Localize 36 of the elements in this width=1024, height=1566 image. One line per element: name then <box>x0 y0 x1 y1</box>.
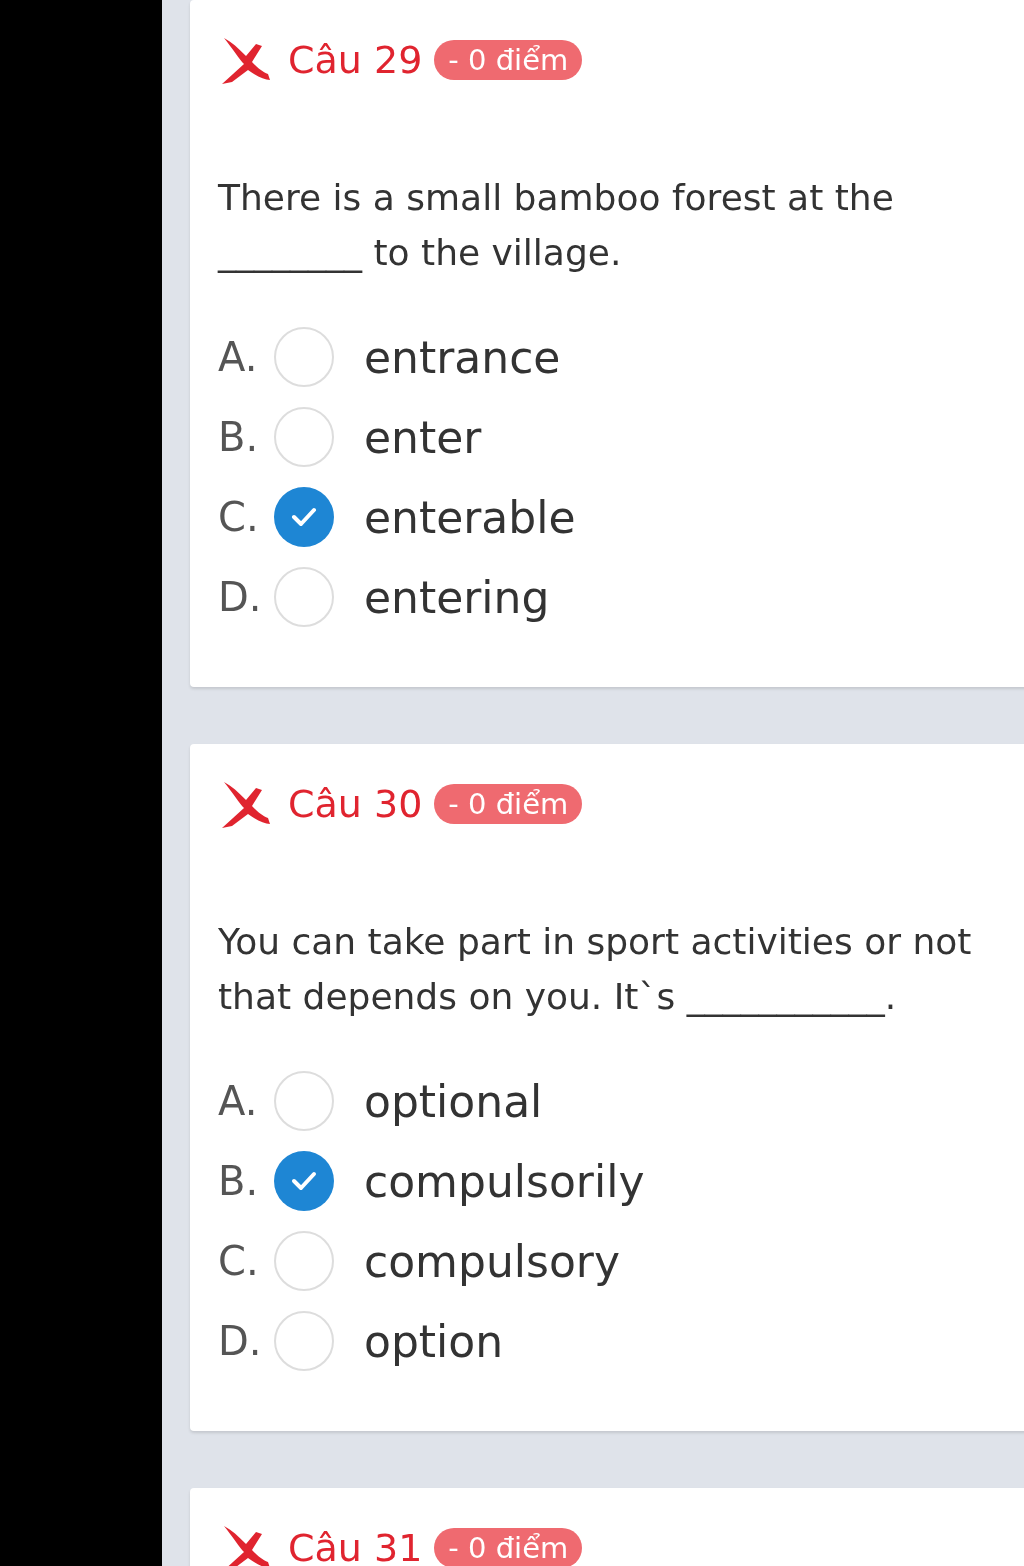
radio-button[interactable] <box>274 407 334 467</box>
radio-button[interactable] <box>274 327 334 387</box>
option-letter: B. <box>218 414 260 460</box>
option-text[interactable]: compulsorily <box>364 1155 645 1207</box>
question-text: There is a small bamboo forest at the <box>218 176 895 220</box>
radio-button[interactable] <box>274 1231 334 1291</box>
option-letter: D. <box>218 574 263 620</box>
question-number: Câu 29 <box>288 38 423 82</box>
check-icon <box>289 1169 319 1193</box>
score-badge: - 0 điểm <box>434 40 583 80</box>
radio-button[interactable] <box>274 1151 334 1211</box>
option-letter: C. <box>218 1238 260 1284</box>
question-number: Câu 31 <box>288 1526 423 1566</box>
radio-button[interactable] <box>274 567 334 627</box>
option-letter: C. <box>218 494 260 540</box>
question-number: Câu 30 <box>288 782 423 826</box>
option-text[interactable]: enter <box>364 411 482 463</box>
option-text[interactable]: enterable <box>364 491 576 543</box>
option-letter: A. <box>218 334 259 380</box>
radio-button[interactable] <box>274 487 334 547</box>
option-text[interactable]: optional <box>364 1075 543 1127</box>
option-text[interactable]: entrance <box>364 331 561 383</box>
question-text: that depends on you. It`s ___________. <box>218 975 898 1019</box>
option-letter: B. <box>218 1158 260 1204</box>
option-text[interactable]: compulsory <box>364 1235 620 1287</box>
score-badge: - 0 điểm <box>434 1528 583 1566</box>
option-letter: A. <box>218 1078 259 1124</box>
option-text[interactable]: option <box>364 1315 504 1367</box>
question-text: You can take part in sport activities or not <box>218 920 973 964</box>
score-badge: - 0 điểm <box>434 784 583 824</box>
option-text[interactable]: entering <box>364 571 550 623</box>
radio-button[interactable] <box>274 1311 334 1371</box>
radio-button[interactable] <box>274 1071 334 1131</box>
question-text: ________ to the village. <box>218 231 623 275</box>
check-icon <box>289 505 319 529</box>
option-letter: D. <box>218 1318 263 1364</box>
